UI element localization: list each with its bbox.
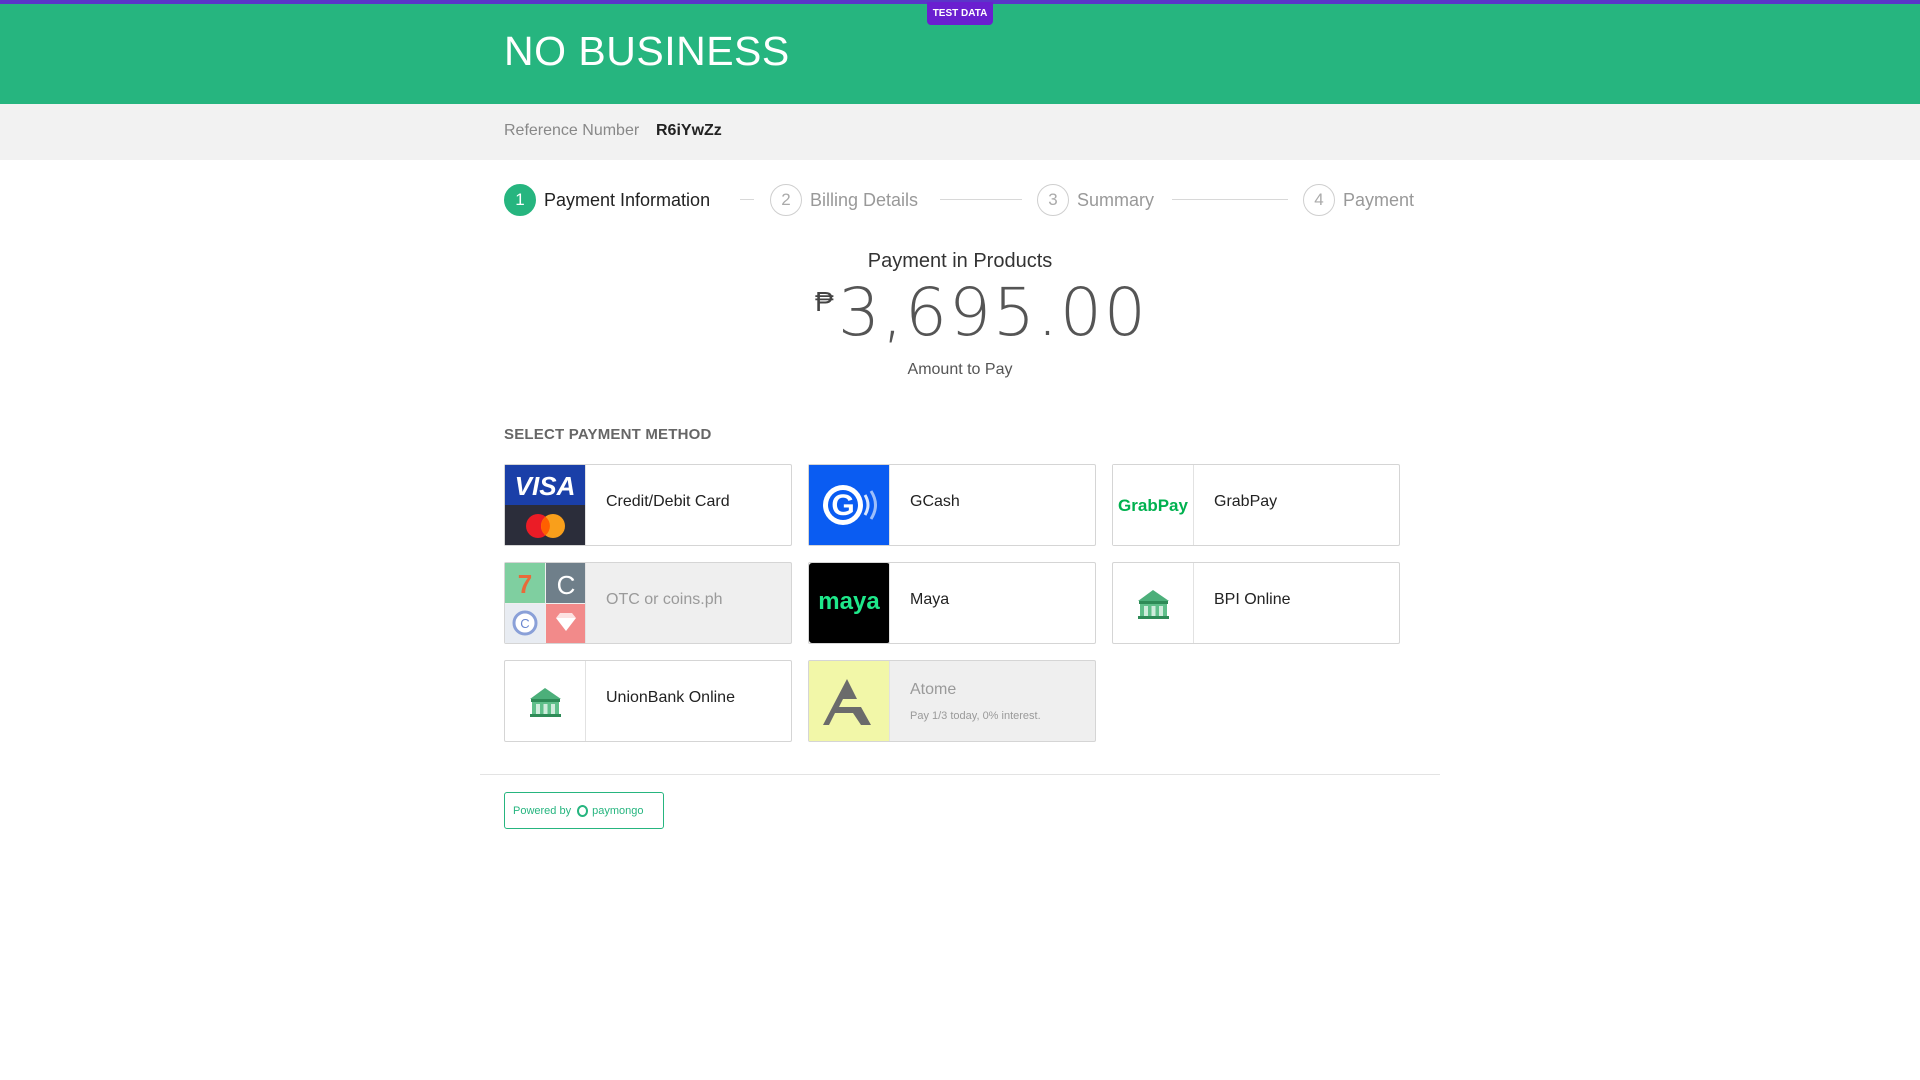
powered-by-label: Powered by [513, 804, 572, 817]
step-number: 3 [1037, 184, 1069, 216]
svg-text:C: C [520, 616, 529, 631]
paymongo-logo: paymongo [577, 804, 644, 817]
step-billing-details: 2 Billing Details [770, 183, 918, 217]
payment-method-heading: SELECT PAYMENT METHOD [504, 426, 712, 443]
method-otc-coins[interactable]: 7 C C OTC or coins.ph [504, 562, 792, 644]
step-number: 1 [504, 184, 536, 216]
amount-value: 3,695.00 [838, 274, 1148, 351]
paymongo-label: paymongo [592, 804, 644, 817]
step-connector [1172, 199, 1288, 200]
step-number: 2 [770, 184, 802, 216]
method-gcash[interactable]: G GCash [808, 464, 1096, 546]
reference-label: Reference Number [504, 122, 640, 139]
method-label: GrabPay [1214, 493, 1278, 510]
method-label: Maya [910, 591, 950, 608]
method-maya[interactable]: maya Maya [808, 562, 1096, 644]
amount-display: ₱ 3,695.00 [812, 274, 1146, 351]
bank-icon [505, 661, 586, 741]
otc-coins-icon: 7 C C [505, 563, 586, 643]
method-grabpay[interactable]: GrabPay GrabPay [1112, 464, 1400, 546]
step-summary: 3 Summary [1037, 183, 1154, 217]
maya-logo-text: maya [818, 588, 880, 615]
method-label: BPI Online [1214, 591, 1291, 608]
method-label: UnionBank Online [606, 689, 735, 706]
step-label: Summary [1077, 189, 1155, 210]
grabpay-logo-text: GrabPay [1118, 496, 1188, 515]
amount-label: Amount to Pay [907, 361, 1013, 378]
grabpay-icon: GrabPay [1113, 465, 1194, 545]
method-label: GCash [910, 493, 960, 510]
svg-text:G: G [831, 489, 854, 522]
step-connector [740, 199, 754, 200]
step-label: Payment Information [544, 189, 711, 210]
business-name: NO BUSINESS [504, 28, 790, 74]
footer-divider [480, 774, 1440, 775]
method-label: OTC or coins.ph [606, 591, 723, 608]
svg-text:C: C [557, 570, 576, 600]
currency-symbol: ₱ [815, 286, 834, 317]
visa-mastercard-icon: VISA [505, 465, 586, 545]
test-data-badge: TEST DATA [927, 2, 993, 25]
svg-text:VISA: VISA [515, 471, 576, 501]
method-bpi-online[interactable]: BPI Online [1112, 562, 1400, 644]
gcash-icon: G [809, 465, 890, 545]
checkout-stepper: 1 Payment Information 2 Billing Details … [504, 183, 1416, 217]
reference-value: R6iYwZz [656, 122, 722, 139]
method-label: Credit/Debit Card [606, 493, 730, 510]
method-atome[interactable]: Atome Pay 1/3 today, 0% interest. [808, 660, 1096, 742]
method-credit-debit-card[interactable]: VISA Credit/Debit Card [504, 464, 792, 546]
method-sublabel: Pay 1/3 today, 0% interest. [910, 710, 1041, 722]
payment-title: Payment in Products [867, 250, 1053, 272]
step-payment-information: 1 Payment Information [504, 183, 710, 217]
method-unionbank-online[interactable]: UnionBank Online [504, 660, 792, 742]
atome-icon [809, 661, 890, 741]
paymongo-icon [577, 804, 589, 817]
method-label: Atome [910, 681, 957, 698]
step-connector [940, 199, 1022, 200]
reference-bar: Reference Number R6iYwZz [0, 104, 1920, 160]
powered-by-badge[interactable]: Powered by paymongo [504, 792, 664, 829]
step-label: Billing Details [810, 189, 919, 210]
step-number: 4 [1303, 184, 1335, 216]
maya-icon: maya [809, 563, 890, 643]
step-label: Payment [1343, 189, 1415, 210]
svg-text:7: 7 [518, 569, 532, 599]
bank-icon [1113, 563, 1194, 643]
step-payment: 4 Payment [1303, 183, 1414, 217]
